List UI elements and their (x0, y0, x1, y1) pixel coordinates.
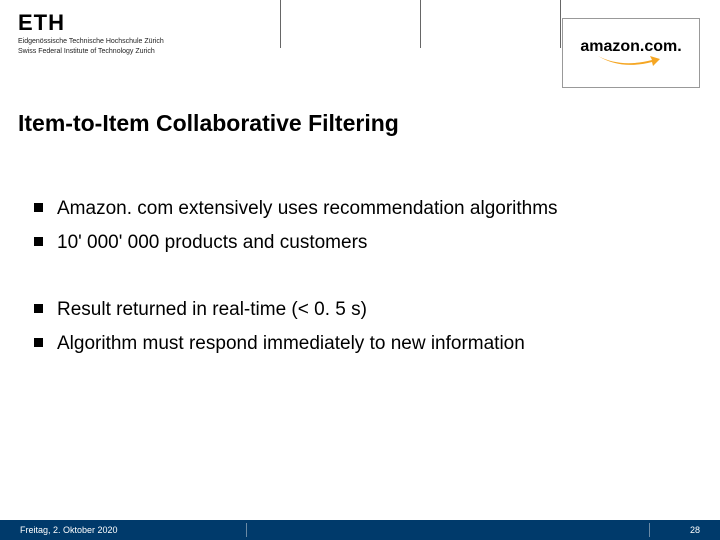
eth-logo-sub2: Swiss Federal Institute of Technology Zu… (18, 48, 164, 56)
eth-logo: ETH Eidgenössische Technische Hochschule… (18, 10, 164, 55)
list-item: Algorithm must respond immediately to ne… (34, 330, 700, 358)
eth-logo-sub1: Eidgenössische Technische Hochschule Zür… (18, 38, 164, 46)
amazon-logo-box: amazon.com. (562, 18, 700, 88)
bullet-group-2: Result returned in real-time (< 0. 5 s) … (34, 296, 700, 357)
bullet-marker-icon (34, 203, 43, 212)
eth-logo-text: ETH (18, 10, 164, 36)
slide-content: Amazon. com extensively uses recommendat… (34, 195, 700, 397)
footer-page-number: 28 (690, 525, 720, 535)
divider (280, 0, 420, 48)
slide-header: ETH Eidgenössische Technische Hochschule… (0, 0, 720, 72)
bullet-marker-icon (34, 237, 43, 246)
footer-date: Freitag, 2. Oktober 2020 (0, 525, 240, 535)
bullet-text: Amazon. com extensively uses recommendat… (57, 195, 558, 223)
footer-divider (246, 523, 247, 537)
list-item: 10' 000' 000 products and customers (34, 229, 700, 257)
footer-divider (649, 523, 650, 537)
list-item: Result returned in real-time (< 0. 5 s) (34, 296, 700, 324)
bullet-marker-icon (34, 338, 43, 347)
slide-footer: Freitag, 2. Oktober 2020 28 (0, 520, 720, 540)
bullet-group-1: Amazon. com extensively uses recommendat… (34, 195, 700, 256)
bullet-text: 10' 000' 000 products and customers (57, 229, 367, 257)
divider (420, 0, 560, 48)
bullet-text: Algorithm must respond immediately to ne… (57, 330, 525, 358)
list-item: Amazon. com extensively uses recommendat… (34, 195, 700, 223)
bullet-marker-icon (34, 304, 43, 313)
bullet-text: Result returned in real-time (< 0. 5 s) (57, 296, 367, 324)
amazon-swoosh-icon (596, 54, 666, 68)
slide-title: Item-to-Item Collaborative Filtering (18, 110, 399, 137)
